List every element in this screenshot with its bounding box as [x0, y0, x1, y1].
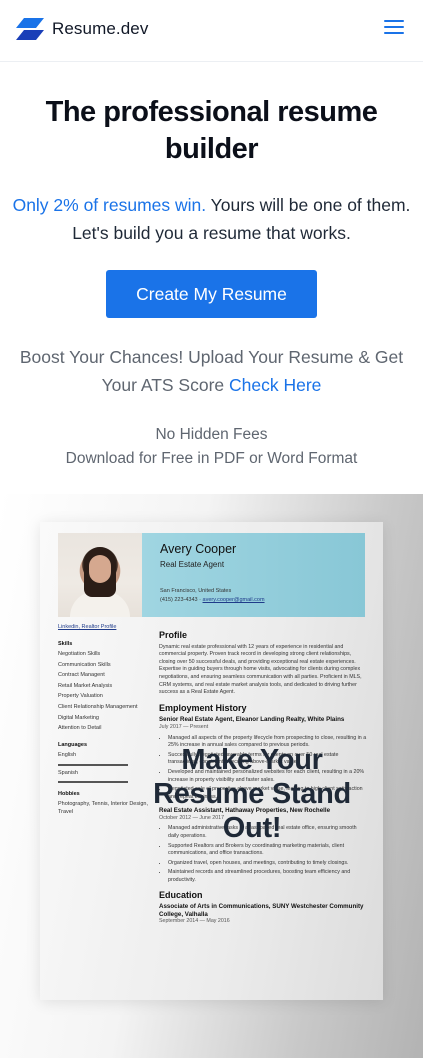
- skill-item: Contract Managent: [58, 672, 105, 678]
- language-level-bar: [58, 781, 128, 783]
- hero-subtitle: Only 2% of resumes win. Yours will be on…: [10, 191, 413, 247]
- job-date: July 2017 — Present: [159, 723, 209, 730]
- brand-link[interactable]: Resume.dev: [16, 18, 148, 40]
- resume-phone: (415) 223-4343: [160, 597, 198, 603]
- education-date: September 2014 — May 2016: [159, 918, 230, 925]
- skill-item: Client Relationship Management: [58, 703, 138, 710]
- skill-item: Negotiation Skills: [58, 651, 101, 657]
- language-item: English: [58, 752, 77, 758]
- fees-info: No Hidden Fees Download for Free in PDF …: [0, 423, 423, 471]
- download-format-text: Download for Free in PDF or Word Format: [65, 450, 358, 467]
- education-item: Associate of Arts in Communications, SUN…: [159, 903, 364, 918]
- resume-header: Avery Cooper Real Estate Agent San Franc…: [58, 533, 365, 617]
- ats-promo-text: Boost Your Chances! Upload Your Resume &…: [0, 343, 423, 399]
- job-bullet: Maintained records and streamlined proce…: [168, 869, 367, 884]
- languages-title: Languages: [58, 741, 88, 748]
- resume-location: San Francisco, United States: [160, 588, 232, 594]
- resume-role: Real Estate Agent: [160, 560, 225, 569]
- employment-title: Employment History: [159, 702, 247, 713]
- profile-text: Dynamic real estate professional with 12…: [159, 643, 362, 696]
- resume-name: Avery Cooper: [160, 542, 237, 556]
- ats-text: Boost Your Chances! Upload Your Resume &…: [19, 347, 404, 395]
- skills-title: Skills: [58, 640, 73, 647]
- resume-sidebar: Linkedin, Realtor Profile Skills Negotia…: [58, 622, 148, 816]
- resume-dev-logo-icon: [16, 18, 44, 40]
- hamburger-menu-icon[interactable]: [384, 18, 406, 38]
- hobbies-title: Hobbies: [58, 791, 80, 797]
- resume-preview: Avery Cooper Real Estate Agent San Franc…: [40, 522, 383, 1000]
- showcase-overlay-title: Make Your Resume Stand Out!: [153, 744, 351, 844]
- hero-subtitle-highlight: Only 2% of resumes win.: [12, 195, 207, 215]
- education-title: Education: [159, 889, 203, 900]
- language-item: Spanish: [58, 769, 78, 776]
- skill-item: Property Valuation: [58, 693, 103, 699]
- resume-photo: [58, 533, 142, 617]
- skill-item: Communication Skills: [58, 661, 111, 668]
- skill-item: Retail Market Analysis: [58, 682, 113, 689]
- ats-check-link[interactable]: Check Here: [229, 375, 321, 395]
- job-bullet: Organized travel, open houses, and meeti…: [168, 860, 367, 868]
- resume-email: avery.cooper@gmail.com: [202, 597, 265, 603]
- language-level-bar: [58, 763, 128, 766]
- resume-links: Linkedin, Realtor Profile: [58, 624, 117, 630]
- brand-name: Resume.dev: [52, 19, 149, 38]
- profile-title: Profile: [159, 630, 188, 640]
- no-hidden-fees-text: No Hidden Fees: [155, 426, 268, 443]
- create-resume-button[interactable]: Create My Resume: [106, 270, 317, 318]
- skill-item: Digital Marketing: [58, 714, 99, 721]
- hero-title: The professional resume builder: [45, 96, 378, 165]
- top-navbar: Resume.dev: [0, 0, 423, 62]
- resume-showcase: Avery Cooper Real Estate Agent San Franc…: [0, 494, 423, 1058]
- hobbies-text: Photography, Tennis, Interior Design, Tr…: [58, 800, 148, 815]
- job-title: Senior Real Estate Agent, Eleanor Landin…: [159, 716, 345, 724]
- skill-item: Attention to Detail: [58, 725, 102, 731]
- resume-contact: (415) 223-4343 · avery.cooper@gmail.com: [160, 597, 265, 603]
